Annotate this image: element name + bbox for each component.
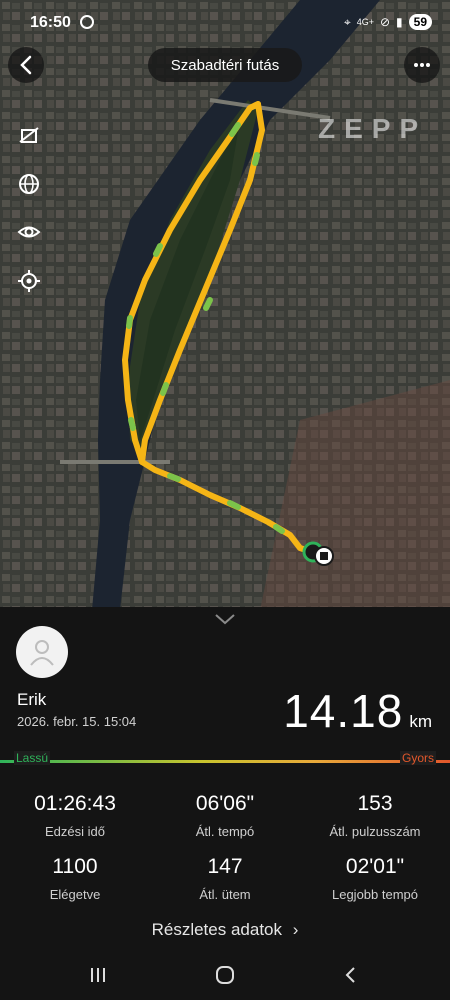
user-name: Erik	[17, 690, 47, 709]
system-nav-bar	[0, 950, 450, 1000]
stat-training-time: 01:26:43 Edzési idő	[0, 792, 150, 839]
stat-label: Legjobb tempó	[331, 887, 418, 902]
stat-avg-pace: 06'06" Átl. tempó	[150, 792, 300, 839]
stat-best-pace: 02'01" Legjobb tempó	[300, 855, 450, 902]
avatar[interactable]	[16, 626, 68, 678]
stat-value: 1100	[52, 855, 98, 878]
recent-apps-icon[interactable]	[78, 960, 118, 990]
stat-label: Átl. tempó	[195, 824, 255, 839]
page-title: Szabadtéri futás	[148, 48, 302, 82]
globe-icon[interactable]	[14, 169, 44, 199]
details-label: Részletes adatok	[151, 920, 282, 939]
stat-avg-cadence: 147 Átl. ütem	[150, 855, 300, 902]
back-arrow-icon	[20, 55, 32, 75]
chevron-right-icon: ›	[292, 920, 299, 939]
satellite-map	[0, 0, 450, 610]
eye-icon[interactable]	[14, 217, 44, 247]
stat-value: 153	[357, 792, 393, 815]
location-icon: ⌖	[343, 14, 351, 29]
data-saver-icon	[80, 15, 94, 29]
collapse-chevron-icon[interactable]	[213, 612, 237, 630]
locate-icon[interactable]	[14, 266, 44, 296]
zepp-watermark: ZEPP	[318, 113, 428, 144]
stat-calories: 1100 Elégetve	[0, 855, 150, 902]
stat-avg-heart-rate: 153 Átl. pulzusszám	[300, 792, 450, 839]
distance-value: 14.18	[283, 685, 404, 737]
stat-label: Elégetve	[49, 887, 101, 902]
back-icon[interactable]	[330, 960, 370, 990]
stat-value: 02'01"	[345, 855, 405, 878]
route-map[interactable]: ZEPP	[0, 0, 450, 610]
signal-icon: ▮	[396, 15, 403, 29]
home-icon[interactable]	[205, 960, 245, 990]
stat-value: 06'06"	[195, 792, 255, 815]
satellite-toggle-icon[interactable]	[14, 120, 44, 150]
speed-gradient-bar	[0, 760, 450, 763]
more-icon	[414, 63, 430, 67]
user-icon	[30, 640, 54, 666]
stat-label: Átl. pulzusszám	[329, 824, 421, 839]
speed-slow-label: Lassú	[14, 751, 51, 765]
stat-label: Edzési idő	[45, 824, 105, 839]
status-time: 16:50	[30, 14, 71, 31]
distance-display: 14.18 km	[283, 684, 432, 738]
activity-date: 2026. febr. 15. 15:04	[17, 714, 137, 729]
network-label: 4G+	[356, 17, 374, 27]
stat-value: 147	[207, 855, 243, 878]
back-button[interactable]	[8, 47, 44, 83]
stat-value: 01:26:43	[34, 792, 116, 815]
stat-label: Átl. ütem	[199, 887, 251, 902]
details-link[interactable]: Részletes adatok ›	[0, 920, 450, 940]
status-bar: 16:50 ⌖ 4G+ ⊘ ▮ 59	[0, 0, 450, 48]
speed-fast-label: Gyors	[399, 751, 436, 765]
more-button[interactable]	[404, 47, 440, 83]
distance-unit: km	[409, 712, 432, 731]
battery-icon: 59	[408, 14, 432, 30]
alarm-icon: ⊘	[379, 15, 391, 29]
